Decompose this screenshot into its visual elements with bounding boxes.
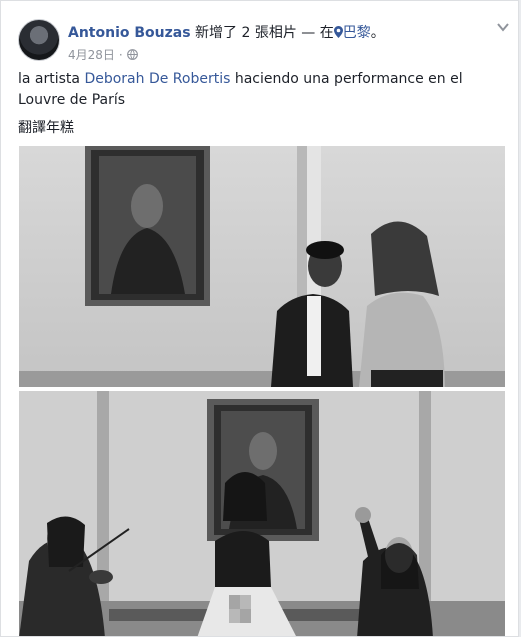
author-avatar[interactable] xyxy=(18,19,60,61)
location-link[interactable]: 巴黎 xyxy=(343,25,371,41)
post-subline: 4月28日 · xyxy=(68,46,488,63)
post-meta: Antonio Bouzas 新增了 2 張相片 — 在巴黎。 4月28日 · xyxy=(68,22,488,63)
post-date-link[interactable]: 4月28日 xyxy=(68,48,115,62)
tagged-person-link[interactable]: Deborah De Robertis xyxy=(84,71,230,87)
post-action-text: 新增了 2 張相片 — 在 xyxy=(195,25,334,41)
author-name-link[interactable]: Antonio Bouzas xyxy=(68,25,191,41)
chevron-down-icon[interactable] xyxy=(496,21,510,33)
post-photo-2[interactable] xyxy=(19,391,505,636)
post-text: la artista Deborah De Robertis haciendo … xyxy=(18,69,503,111)
globe-icon[interactable] xyxy=(126,49,138,60)
map-pin-icon xyxy=(333,26,343,38)
translate-link[interactable]: 翻譯年糕 xyxy=(18,117,74,137)
photo-1-scene xyxy=(19,146,505,387)
post-headline: Antonio Bouzas 新增了 2 張相片 — 在巴黎。 xyxy=(68,22,488,42)
post-photo-1[interactable] xyxy=(19,146,505,387)
post-text-before: la artista xyxy=(18,71,85,87)
location-suffix: 。 xyxy=(370,25,385,41)
photo-2-scene xyxy=(19,391,505,636)
separator-dot: · xyxy=(118,48,123,62)
feed-post: Antonio Bouzas 新增了 2 張相片 — 在巴黎。 4月28日 · l… xyxy=(0,0,519,637)
post-header: Antonio Bouzas 新增了 2 張相片 — 在巴黎。 4月28日 · xyxy=(18,19,510,63)
